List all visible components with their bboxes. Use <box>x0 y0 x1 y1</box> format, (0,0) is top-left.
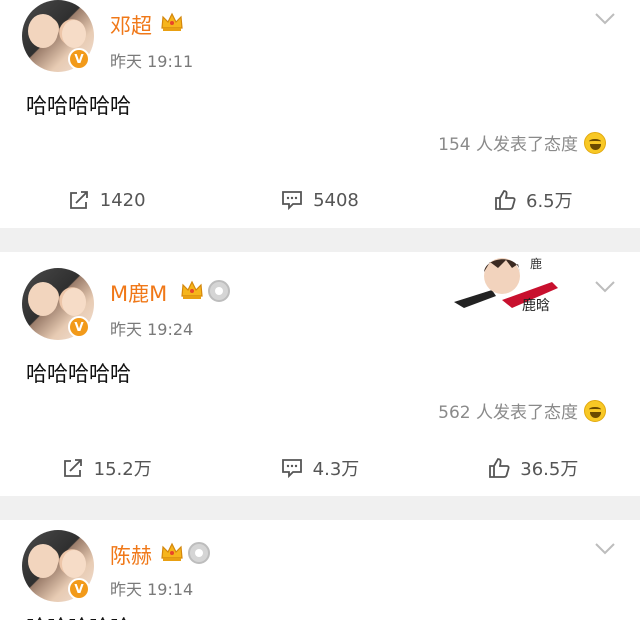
reactions-summary[interactable]: 154 人发表了态度 <box>438 130 606 155</box>
chevron-down-icon[interactable] <box>594 12 616 26</box>
like-button[interactable]: 36.5万 <box>427 448 640 488</box>
like-button[interactable]: 6.5万 <box>427 180 640 220</box>
post-time: 昨天 19:11 <box>110 52 194 71</box>
comment-button[interactable]: 5408 <box>213 180 426 220</box>
post-content: 哈哈哈哈哈 <box>26 612 131 620</box>
comment-button[interactable]: 4.3万 <box>213 448 426 488</box>
repost-button[interactable]: 1420 <box>0 180 213 220</box>
repost-icon <box>69 191 88 209</box>
verified-badge-icon: V <box>68 48 90 70</box>
verified-badge-icon: V <box>68 578 90 600</box>
comment-count: 4.3万 <box>312 459 360 480</box>
comment-count: 5408 <box>313 189 359 211</box>
svg-text:鹿晗: 鹿晗 <box>522 297 550 314</box>
crown-icon <box>161 12 183 31</box>
laugh-emoji-icon <box>584 399 606 422</box>
repost-button[interactable]: 15.2万 <box>0 448 213 488</box>
comment-icon <box>281 459 302 479</box>
verified-badge-icon: V <box>68 316 90 338</box>
user-name[interactable]: 邓超 <box>110 10 152 40</box>
reactions-text: 154 人发表了态度 <box>438 135 578 155</box>
sticker-image: 鹿 鹿晗 <box>454 256 558 314</box>
laugh-emoji-icon <box>584 131 606 154</box>
post-2: V M鹿M 昨天 19:24 鹿 鹿晗 哈哈哈哈哈 562 人发表了态度 15.… <box>0 252 640 496</box>
action-bar: 15.2万 4.3万 36.5万 <box>0 448 640 488</box>
reactions-text: 562 人发表了态度 <box>438 403 578 423</box>
post-1: V 邓超 昨天 19:11 哈哈哈哈哈 154 人发表了态度 1420 5408… <box>0 0 640 228</box>
post-divider <box>0 228 640 252</box>
like-count: 36.5万 <box>520 459 579 480</box>
medal-icon <box>208 280 230 302</box>
action-bar: 1420 5408 6.5万 <box>0 180 640 220</box>
repost-icon <box>63 459 82 477</box>
post-3: V 陈赫 昨天 19:14 哈哈哈哈哈 <box>0 520 640 620</box>
reactions-summary[interactable]: 562 人发表了态度 <box>438 398 606 423</box>
crown-icon <box>161 542 183 561</box>
post-divider <box>0 496 640 520</box>
post-time: 昨天 19:24 <box>110 320 194 339</box>
user-name[interactable]: 陈赫 <box>110 540 152 570</box>
chevron-down-icon[interactable] <box>594 280 616 294</box>
post-content: 哈哈哈哈哈 <box>26 362 131 386</box>
repost-count: 15.2万 <box>93 459 152 480</box>
like-icon <box>495 190 516 210</box>
svg-text:鹿: 鹿 <box>530 256 542 271</box>
user-name[interactable]: M鹿M <box>110 278 167 308</box>
like-count: 6.5万 <box>526 191 573 212</box>
medal-icon <box>188 542 210 564</box>
chevron-down-icon[interactable] <box>594 542 616 556</box>
like-icon <box>489 458 510 478</box>
post-time: 昨天 19:14 <box>110 580 194 599</box>
comment-icon <box>282 191 302 211</box>
repost-count: 1420 <box>99 189 146 211</box>
post-content: 哈哈哈哈哈 <box>26 94 131 118</box>
crown-icon <box>181 280 203 299</box>
